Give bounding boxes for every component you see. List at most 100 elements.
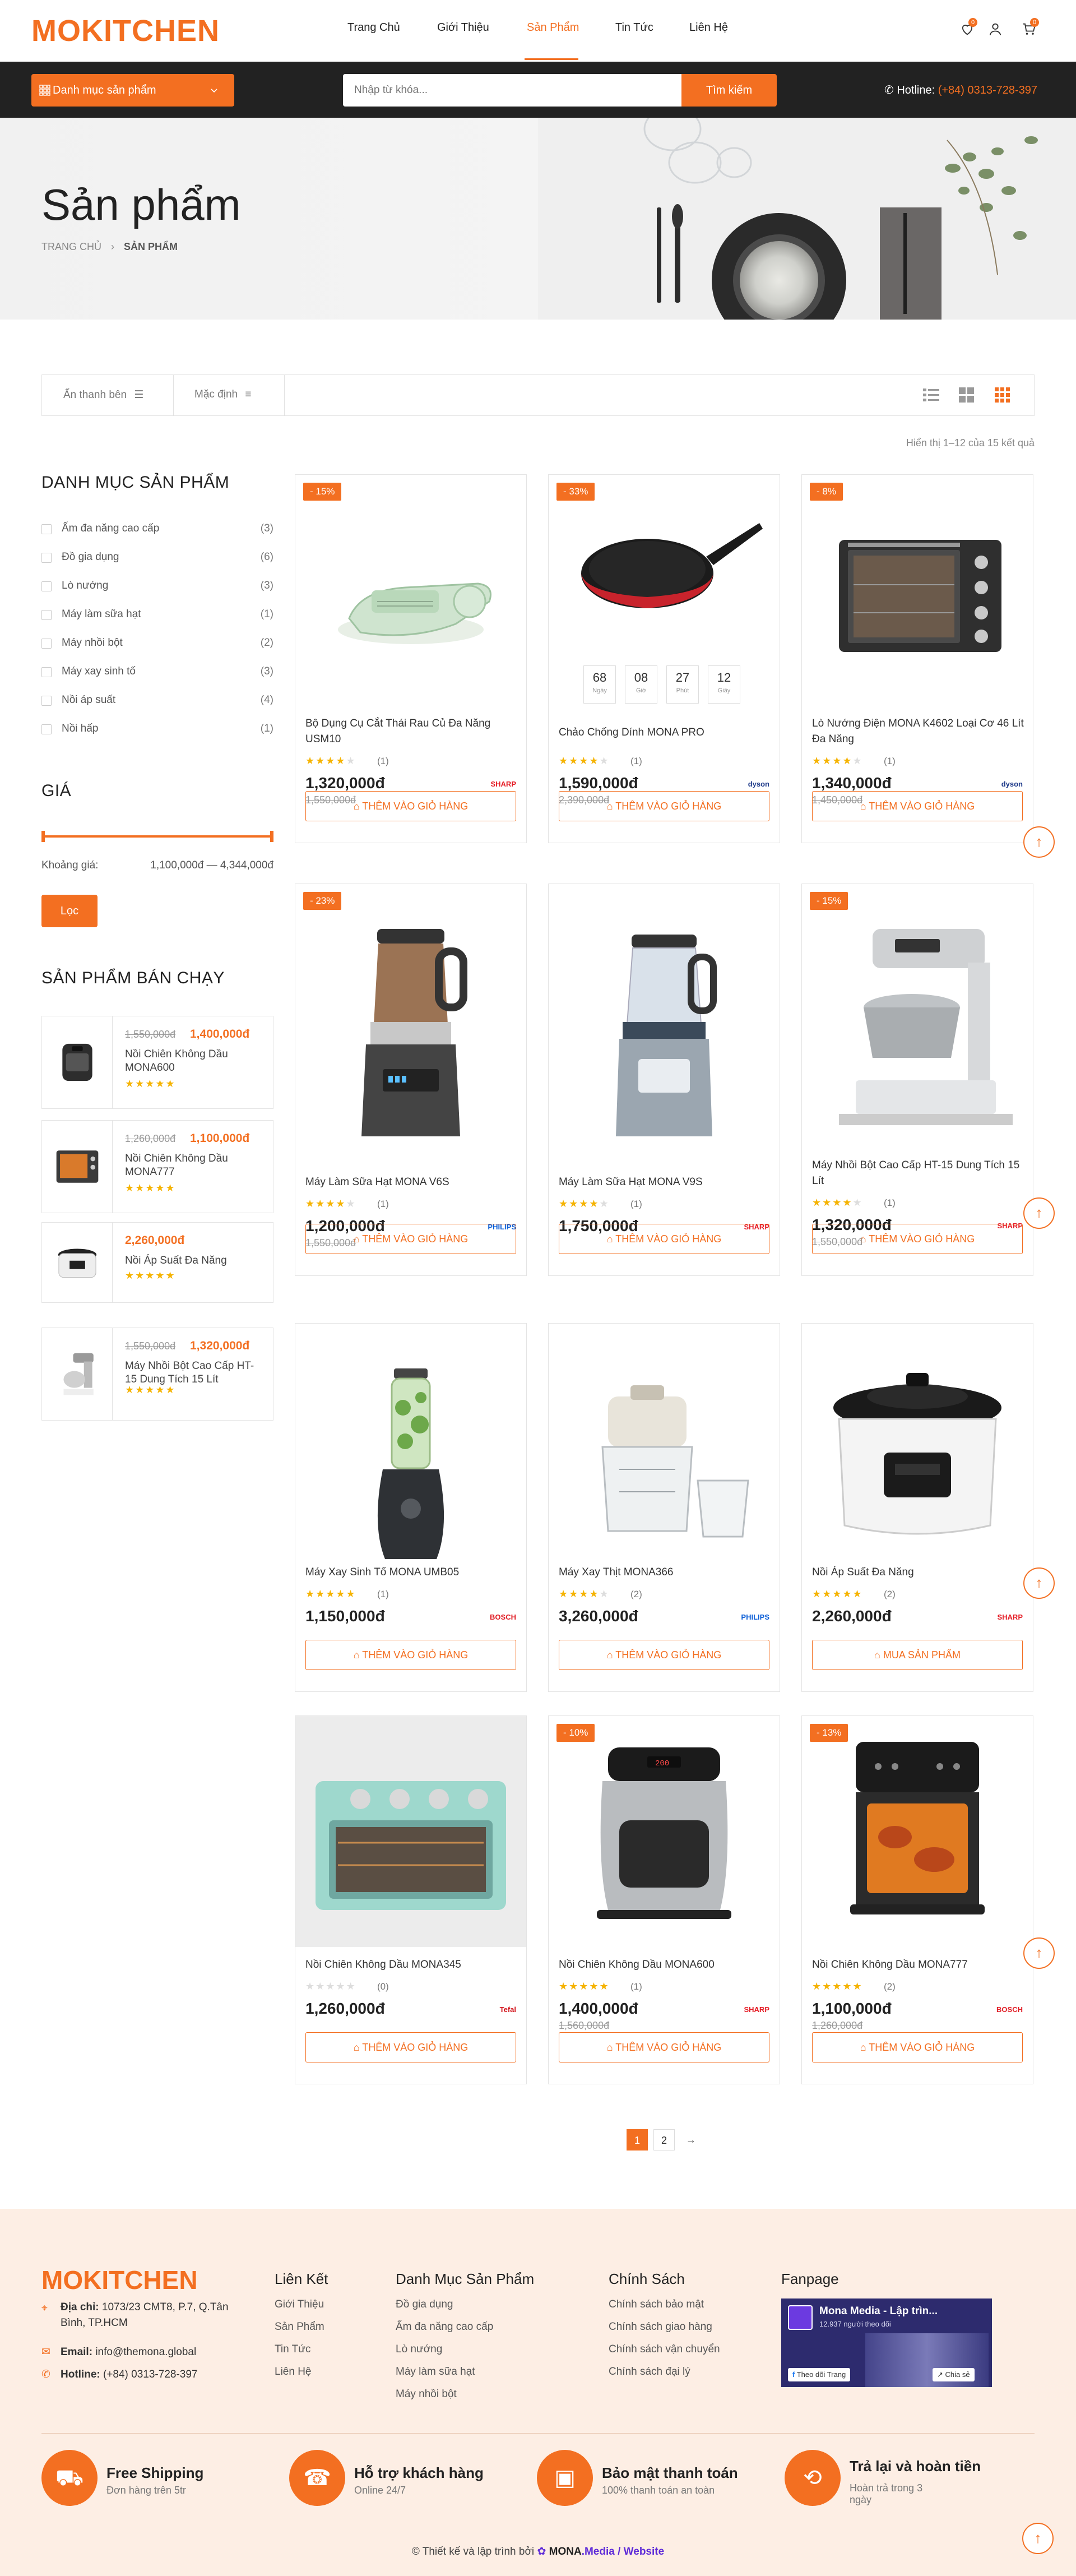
nav-contact[interactable]: Liên Hệ [689,21,728,34]
footer-link[interactable]: Lò nướng [396,2343,442,2356]
add-to-cart-button[interactable]: ⌂ THÊM VÀO GIỎ HÀNG [812,1224,1023,1254]
footer-link[interactable]: Sản Phẩm [275,2321,324,2333]
bestseller-item[interactable]: 2,260,000đ Nồi Áp Suất Đa Năng ★★★★★ [41,1222,273,1303]
product-card[interactable]: - 23% Máy Làm Sữa Hạt MONA V6S ★★★★★ (1) 1,2… [295,884,527,1276]
product-name[interactable]: Chảo Chống Dính MONA PRO [559,725,772,741]
add-to-cart-button[interactable]: ⌂ THÊM VÀO GIỎ HÀNG [305,791,516,821]
category-filter-item[interactable]: Đồ gia dụng (6) [41,550,273,567]
product-image[interactable] [295,475,526,706]
bestseller-name[interactable]: Nồi Áp Suất Đa Năng [125,1254,265,1268]
bestseller-item[interactable]: 1,260,000đ 1,100,000đ Nồi Chiên Không Dầu … [41,1120,273,1213]
hide-sidebar-toggle[interactable]: Ẩn thanh bên ☰ [63,389,143,401]
back-to-top-button[interactable]: ↑ [1023,1197,1055,1229]
category-filter-item[interactable]: Máy xay sinh tố (3) [41,664,273,681]
add-to-cart-button[interactable]: ⌂ THÊM VÀO GIỎ HÀNG [305,1640,516,1670]
product-image[interactable] [802,1716,1033,1947]
product-name[interactable]: Nồi Chiên Không Dầu MONA345 [305,1957,518,1973]
add-to-cart-button[interactable]: ⌂ THÊM VÀO GIỎ HÀNG [559,1224,769,1254]
bestseller-image[interactable] [42,1016,113,1108]
product-image[interactable] [295,884,526,1176]
page-1-button[interactable]: 1 [627,2129,648,2150]
footer-link[interactable]: Giới Thiệu [275,2298,324,2311]
footer-link[interactable]: Chính sách đại lý [609,2366,690,2378]
product-image[interactable] [549,884,780,1176]
category-filter-item[interactable]: Nồi áp suất (4) [41,693,273,710]
product-card[interactable]: Nồi Áp Suất Đa Năng ★★★★★ (2) 2,260,000đ SHA… [801,1323,1033,1692]
nav-products[interactable]: Sản Phẩm [527,21,579,34]
buy-product-button[interactable]: ⌂ MUA SẢN PHẨM [812,1640,1023,1670]
next-page-button[interactable]: → [680,2129,702,2150]
back-to-top-button[interactable]: ↑ [1023,826,1055,858]
product-card[interactable]: - 33% 68 Ngày 08 Giờ 27 Phút 12 Giây Chảo Chống D… [548,474,780,843]
nav-about[interactable]: Giới Thiệu [437,21,489,34]
add-to-cart-button[interactable]: ⌂ THÊM VÀO GIỎ HÀNG [559,791,769,821]
grid-3-view-icon[interactable] [995,387,1010,406]
facebook-page-widget[interactable]: Mona Media - Lập trìn... 12.937 người th… [781,2298,992,2387]
site-logo[interactable]: MOKITCHEN [31,13,220,48]
checkbox[interactable] [41,639,52,649]
page-2-button[interactable]: 2 [653,2129,675,2150]
product-name[interactable]: Nồi Chiên Không Dầu MONA777 [812,1957,1025,1973]
checkbox[interactable] [41,610,52,620]
back-to-top-button[interactable]: ↑ [1023,1937,1055,1969]
category-filter-item[interactable]: Máy nhồi bột (2) [41,636,273,653]
footer-link[interactable]: Máy nhồi bột [396,2388,457,2401]
bestseller-item[interactable]: 1,550,000đ 1,320,000đ Máy Nhồi Bột Cao Cấp… [41,1328,273,1421]
bestseller-image[interactable] [42,1223,113,1302]
add-to-cart-button[interactable]: ⌂ THÊM VÀO GIỎ HÀNG [812,2032,1023,2062]
nav-home[interactable]: Trang Chủ [347,21,400,34]
product-card[interactable]: - 8% Lò Nướng Điện MONA K4602 Loại Cơ 46 … [801,474,1033,843]
product-card[interactable]: - 13% Nồi Chiên Không Dầu MONA777 ★★★★★ (2)… [801,1715,1033,2084]
add-to-cart-button[interactable]: ⌂ THÊM VÀO GIỎ HÀNG [305,2032,516,2062]
checkbox[interactable] [41,696,52,706]
product-name[interactable]: Máy Xay Sinh Tố MONA UMB05 [305,1565,518,1580]
product-card[interactable]: Máy Xay Sinh Tố MONA UMB05 ★★★★★ (1) 1,150,… [295,1323,527,1692]
product-name[interactable]: Máy Làm Sữa Hạt MONA V9S [559,1174,772,1190]
list-view-icon[interactable] [923,387,940,406]
breadcrumb-home[interactable]: TRANG CHỦ [41,241,101,252]
category-filter-item[interactable]: Nồi hấp (1) [41,722,273,738]
product-name[interactable]: Nồi Chiên Không Dầu MONA600 [559,1957,772,1973]
product-name[interactable]: Nồi Áp Suất Đa Năng [812,1565,1025,1580]
add-to-cart-button[interactable]: ⌂ THÊM VÀO GIỎ HÀNG [559,1640,769,1670]
category-filter-item[interactable]: Ấm đa năng cao cấp (3) [41,521,273,538]
back-to-top-button[interactable]: ↑ [1023,1567,1055,1599]
footer-link[interactable]: Chính sách bảo mật [609,2298,704,2311]
category-filter-item[interactable]: Máy làm sữa hạt (1) [41,607,273,624]
copyright-brand[interactable]: MONA [549,2546,582,2557]
product-name[interactable]: Bộ Dụng Cụ Cắt Thái Rau Củ Đa Năng USM10 [305,716,518,747]
checkbox[interactable] [41,667,52,677]
fanpage-follow-button[interactable]: f Theo dõi Trang [788,2368,851,2381]
search-input[interactable] [343,74,681,107]
product-card[interactable]: Máy Xay Thịt MONA366 ★★★★★ (2) 3,260,000đ PH… [548,1323,780,1692]
price-slider-min-handle[interactable] [41,831,45,842]
checkbox[interactable] [41,581,52,591]
product-image[interactable] [802,884,1033,1176]
bestseller-name[interactable]: Nồi Chiên Không Dầu MONA600 [125,1048,265,1075]
filter-button[interactable]: Lọc [41,895,98,927]
checkbox[interactable] [41,724,52,734]
product-image[interactable] [802,1324,1033,1604]
bestseller-name[interactable]: Nồi Chiên Không Dầu MONA777 [125,1152,265,1179]
bestseller-name[interactable]: Máy Nhồi Bột Cao Cấp HT-15 Dung Tích 15 … [125,1359,265,1386]
footer-link[interactable]: Liên Hệ [275,2366,312,2378]
category-menu-button[interactable]: Danh mục sản phẩm [31,74,234,107]
bestseller-image[interactable] [42,1328,113,1420]
product-card[interactable]: Nồi Chiên Không Dầu MONA345 ★★★★★ (0) 1,260… [295,1715,527,2084]
product-image[interactable] [295,1324,526,1604]
product-name[interactable]: Máy Làm Sữa Hạt MONA V6S [305,1174,518,1190]
checkbox[interactable] [41,524,52,534]
add-to-cart-button[interactable]: ⌂ THÊM VÀO GIỎ HÀNG [559,2032,769,2062]
footer-link[interactable]: Tin Tức [275,2343,310,2356]
footer-hotline-value[interactable]: (+84) 0313-728-397 [103,2369,198,2380]
search-button[interactable]: Tìm kiếm [681,74,777,107]
product-image[interactable]: 200 [549,1716,780,1947]
product-name[interactable]: Máy Xay Thịt MONA366 [559,1565,772,1580]
footer-link[interactable]: Máy làm sữa hạt [396,2366,475,2378]
footer-link[interactable]: Ấm đa năng cao cấp [396,2321,493,2333]
footer-link[interactable]: Đồ gia dụng [396,2298,453,2311]
back-to-top-button[interactable]: ↑ [1022,2523,1054,2554]
fanpage-share-button[interactable]: ↗ Chia sẻ [933,2368,975,2381]
nav-news[interactable]: Tin Tức [615,21,653,34]
product-name[interactable]: Máy Nhồi Bột Cao Cấp HT-15 Dung Tích 15 … [812,1158,1025,1189]
